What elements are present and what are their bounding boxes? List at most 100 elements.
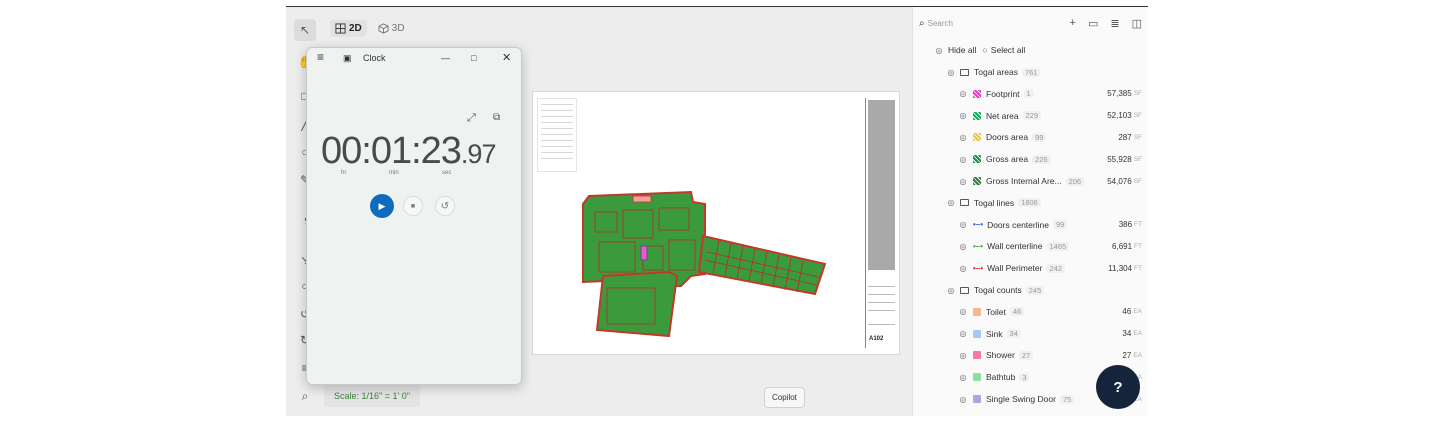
view-2d-button[interactable]: 2D [330, 19, 367, 37]
eye-icon[interactable]: ◎ [957, 329, 969, 338]
item-unit: SF [1133, 112, 1142, 120]
sheet-number: A102 [869, 336, 884, 342]
takeoff-item-row[interactable]: ◎ Gross Internal Are... 206 54,076 SF [957, 172, 1143, 190]
search-icon: ⌕ [919, 17, 925, 29]
drawing-sheet[interactable]: A102 [532, 91, 900, 355]
item-name: Bathtub [986, 372, 1016, 383]
eye-icon[interactable]: ◎ [957, 373, 969, 382]
unit-sec: sec [442, 170, 452, 176]
item-unit: SF [1133, 155, 1142, 163]
item-unit: EA [1133, 351, 1142, 359]
clock-window: ≡ ▣ Clock — □ ✕ ⤢ ⧉ 00:01:23.97 hr min s… [306, 47, 522, 385]
eye-icon[interactable]: ◎ [957, 351, 969, 360]
minimize-icon[interactable]: — [441, 53, 450, 63]
clock-app-icon: ▣ [343, 53, 352, 63]
count-swatch-icon [973, 307, 981, 316]
eye-icon[interactable]: ◎ [957, 242, 969, 251]
eye-icon[interactable]: ◎ [945, 198, 957, 207]
maximize-icon[interactable]: □ [471, 53, 476, 63]
takeoff-item-row[interactable]: ◎ •–• Wall Perimeter 242 11,304 FT [957, 259, 1143, 277]
takeoff-item-row[interactable]: ◎ Toilet 46 46 EA [957, 303, 1143, 321]
takeoff-item-row[interactable]: ◎ Gross area 226 55,928 SF [957, 150, 1143, 168]
view-3d-button[interactable]: 3D [373, 20, 410, 37]
view-toggle: 2D 3D [330, 17, 410, 39]
takeoff-item-row[interactable]: ◎ Footprint 1 57,385 SF [957, 85, 1143, 103]
filter-icon[interactable]: ≣ [1110, 17, 1119, 30]
lap-button[interactable]: ■ [403, 196, 423, 216]
zoom-tool-icon[interactable]: ⌕ [294, 385, 316, 407]
item-unit: SF [1133, 90, 1142, 98]
item-name: Shower [986, 350, 1015, 361]
stopwatch-centiseconds: .97 [460, 139, 497, 169]
eye-icon[interactable]: ◎ [957, 133, 969, 142]
group-name: Togal lines [974, 197, 1015, 208]
eye-icon[interactable]: ◎ [933, 46, 945, 55]
count-swatch-icon [973, 373, 981, 382]
folder-icon [960, 199, 969, 207]
stopwatch-time: 00:01:23 [321, 130, 462, 172]
new-folder-icon[interactable]: ▭ [1088, 17, 1098, 30]
visibility-controls: ◎ Hide all ○ Select all [933, 41, 1142, 59]
clock-window-title: Clock [363, 53, 386, 63]
search-input[interactable]: Search [928, 19, 1058, 28]
takeoff-item-row[interactable]: ◎ •–• Doors centerline 99 386 FT [957, 216, 1143, 234]
group-row[interactable]: ◎ Togal lines 1806 [945, 194, 1142, 212]
hide-all-button[interactable]: Hide all [948, 45, 976, 55]
area-swatch-icon [973, 111, 981, 120]
expand-icon[interactable]: ⤢ [467, 112, 476, 125]
eye-icon[interactable]: ◎ [957, 111, 969, 120]
area-swatch-icon [973, 177, 981, 185]
line-swatch-icon: •–• [973, 263, 984, 273]
item-count: 242 [1046, 263, 1065, 273]
group-row[interactable]: ◎ Togal areas 761 [945, 63, 1142, 81]
takeoff-item-row[interactable]: ◎ Shower 27 27 EA [957, 346, 1143, 364]
item-value: 57,385 [1107, 89, 1132, 99]
eye-icon[interactable]: ◎ [945, 68, 957, 77]
item-name: Doors area [986, 132, 1029, 143]
grid-icon [335, 22, 346, 34]
columns-icon[interactable]: ◫ [1132, 17, 1142, 30]
item-unit: FT [1134, 264, 1142, 272]
item-count: 46 [1009, 307, 1025, 317]
help-button[interactable]: ? [1096, 365, 1140, 409]
view-2d-label: 2D [349, 22, 362, 34]
keep-on-top-icon[interactable]: ⧉ [493, 112, 500, 123]
eye-icon[interactable]: ◎ [957, 220, 969, 229]
takeoff-item-row[interactable]: ◎ Sink 34 34 EA [957, 325, 1143, 343]
clock-titlebar[interactable]: ≡ ▣ Clock — □ ✕ [307, 48, 521, 72]
select-pointer-icon[interactable]: ↖ [294, 19, 316, 41]
item-value: 287 [1118, 132, 1132, 142]
copilot-button[interactable]: Copilot [764, 387, 805, 408]
takeoff-item-row[interactable]: ◎ •–• Wall centerline 1465 6,691 FT [957, 237, 1143, 255]
search-bar: ⌕ Search + ▭ ≣ ◫ [919, 15, 1142, 31]
eye-icon[interactable]: ◎ [945, 286, 957, 295]
radio-icon[interactable]: ○ [982, 45, 987, 55]
count-swatch-icon [973, 329, 981, 338]
start-button[interactable]: ▶ [370, 194, 394, 218]
sheet-title-block: A102 [865, 98, 897, 348]
reset-button[interactable]: ↺ [435, 196, 455, 216]
item-name: Net area [986, 110, 1019, 121]
takeoff-item-row[interactable]: ◎ Doors area 99 287 SF [957, 128, 1143, 146]
item-name: Single Swing Door [986, 394, 1056, 404]
scale-indicator[interactable]: Scale: 1/16" = 1' 0" [324, 385, 420, 407]
area-swatch-icon [973, 155, 981, 164]
item-name: Wall centerline [987, 241, 1043, 252]
flag-icon: ■ [410, 202, 416, 210]
item-count: 229 [1022, 111, 1042, 121]
eye-icon[interactable]: ◎ [957, 264, 969, 273]
eye-icon[interactable]: ◎ [957, 89, 969, 98]
select-all-button[interactable]: Select all [991, 45, 1026, 55]
count-swatch-icon [973, 351, 981, 360]
item-count: 1465 [1046, 241, 1070, 251]
eye-icon[interactable]: ◎ [957, 395, 969, 404]
close-icon[interactable]: ✕ [502, 51, 511, 64]
hamburger-menu-icon[interactable]: ≡ [317, 50, 324, 64]
add-icon[interactable]: + [1070, 17, 1076, 29]
eye-icon[interactable]: ◎ [957, 177, 969, 186]
takeoff-item-row[interactable]: ◎ Net area 229 52,103 SF [957, 107, 1143, 125]
eye-icon[interactable]: ◎ [957, 307, 969, 316]
group-row[interactable]: ◎ Togal counts 245 [945, 281, 1142, 299]
item-name: Wall Perimeter [987, 263, 1043, 274]
eye-icon[interactable]: ◎ [957, 155, 969, 164]
